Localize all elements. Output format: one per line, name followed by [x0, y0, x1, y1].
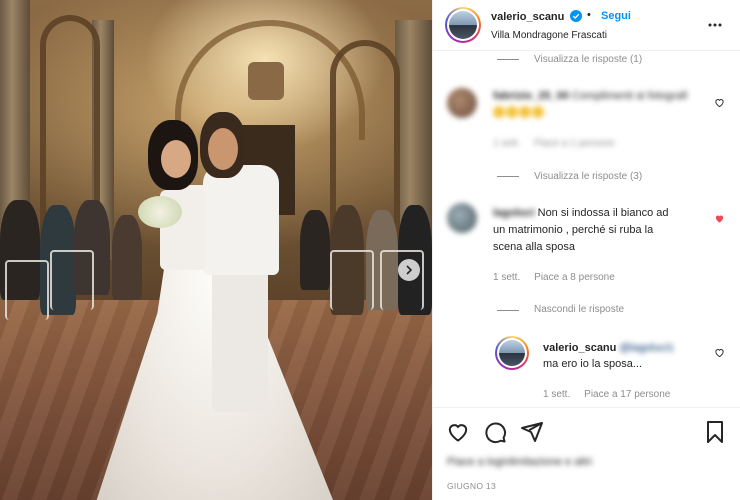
replies-divider: [497, 176, 519, 177]
view-replies-link[interactable]: Visualizza le risposte (3): [534, 171, 642, 182]
next-photo-button[interactable]: [398, 259, 420, 281]
comment-text-line3: scena alla sposa: [493, 241, 575, 253]
comment-meta: 1 sett. Piace a 8 persone: [493, 272, 615, 283]
post-sidebar: valerio_scanu • Segui Villa Mondragone F…: [432, 0, 740, 500]
post-actions: [433, 407, 740, 453]
bride-face: [161, 140, 191, 178]
separator-dot: •: [587, 9, 591, 21]
comment-body: fabrizio_25_00 Complimenti ai fotografi: [493, 88, 687, 105]
comment-avatar[interactable]: [447, 88, 477, 118]
comment-avatar[interactable]: [447, 203, 477, 233]
follow-button[interactable]: Segui: [601, 10, 631, 22]
replies-divider: [497, 59, 519, 60]
chair: [330, 250, 374, 310]
groom-shirt: [203, 165, 279, 275]
comment-likes[interactable]: Piace a 1 persone: [534, 138, 615, 149]
coat-of-arms: [248, 62, 284, 100]
post-header: valerio_scanu • Segui Villa Mondragone F…: [433, 0, 740, 51]
reply-time[interactable]: 1 sett.: [543, 389, 570, 400]
comment-time[interactable]: 1 sett.: [493, 272, 520, 283]
comment-likes[interactable]: Piace a 8 persone: [534, 272, 615, 283]
more-options-icon[interactable]: [707, 17, 723, 33]
post-username[interactable]: valerio_scanu: [491, 11, 564, 23]
post-location[interactable]: Villa Mondragone Frascati: [491, 30, 607, 41]
comment-text-line1: Non si indossa il bianco ad: [537, 207, 669, 219]
post-date[interactable]: GIUGNO 13: [447, 481, 496, 491]
comment-username[interactable]: fabrizio_25_00: [493, 90, 569, 102]
comment-emojis: [493, 105, 545, 122]
reply-mention[interactable]: @lagoluci1: [619, 342, 674, 354]
comment-time[interactable]: 1 sett.: [493, 138, 520, 149]
chevron-right-icon: [406, 265, 413, 275]
bookmark-icon[interactable]: [703, 420, 727, 444]
groom-trousers: [212, 262, 268, 412]
comment-text: Complimenti ai fotografi: [571, 90, 688, 102]
comment-text-line2: un matrimonio , perché si ruba la: [493, 224, 654, 236]
reply-username[interactable]: valerio_scanu: [543, 342, 616, 354]
like-heart-icon[interactable]: [446, 420, 470, 444]
guest: [300, 210, 330, 290]
post-photo[interactable]: [0, 0, 432, 500]
reply-text: ma ero io la sposa...: [543, 358, 643, 370]
replies-divider: [497, 310, 519, 311]
reply-likes[interactable]: Piace a 17 persone: [584, 389, 670, 400]
comment-icon[interactable]: [483, 420, 507, 444]
heart-icon[interactable]: [714, 97, 725, 108]
groom-face: [208, 128, 238, 170]
bouquet: [138, 196, 182, 228]
comment-body: lagoluci Non si indossa il bianco ad: [493, 205, 668, 222]
comment-username[interactable]: lagoluci: [493, 207, 535, 219]
avatar[interactable]: [445, 7, 481, 43]
heart-icon-liked[interactable]: [714, 213, 725, 224]
chair: [5, 260, 49, 320]
heart-icon[interactable]: [714, 347, 725, 358]
reply-body: valerio_scanu @lagoluci1: [543, 340, 674, 357]
share-icon[interactable]: [520, 420, 544, 444]
verified-badge-icon: [570, 10, 582, 22]
likes-summary[interactable]: Piace a loginlimitazione e altri: [447, 456, 592, 468]
reply-avatar[interactable]: [495, 336, 529, 370]
hide-replies-link[interactable]: Nascondi le risposte: [534, 304, 624, 315]
comment-meta: 1 sett. Piace a 1 persone: [493, 138, 615, 149]
view-replies-link[interactable]: Visualizza le risposte (1): [534, 54, 642, 65]
chair: [380, 250, 424, 310]
guest: [112, 215, 142, 300]
chair: [50, 250, 94, 310]
reply-meta: 1 sett. Piace a 17 persone: [543, 389, 670, 400]
